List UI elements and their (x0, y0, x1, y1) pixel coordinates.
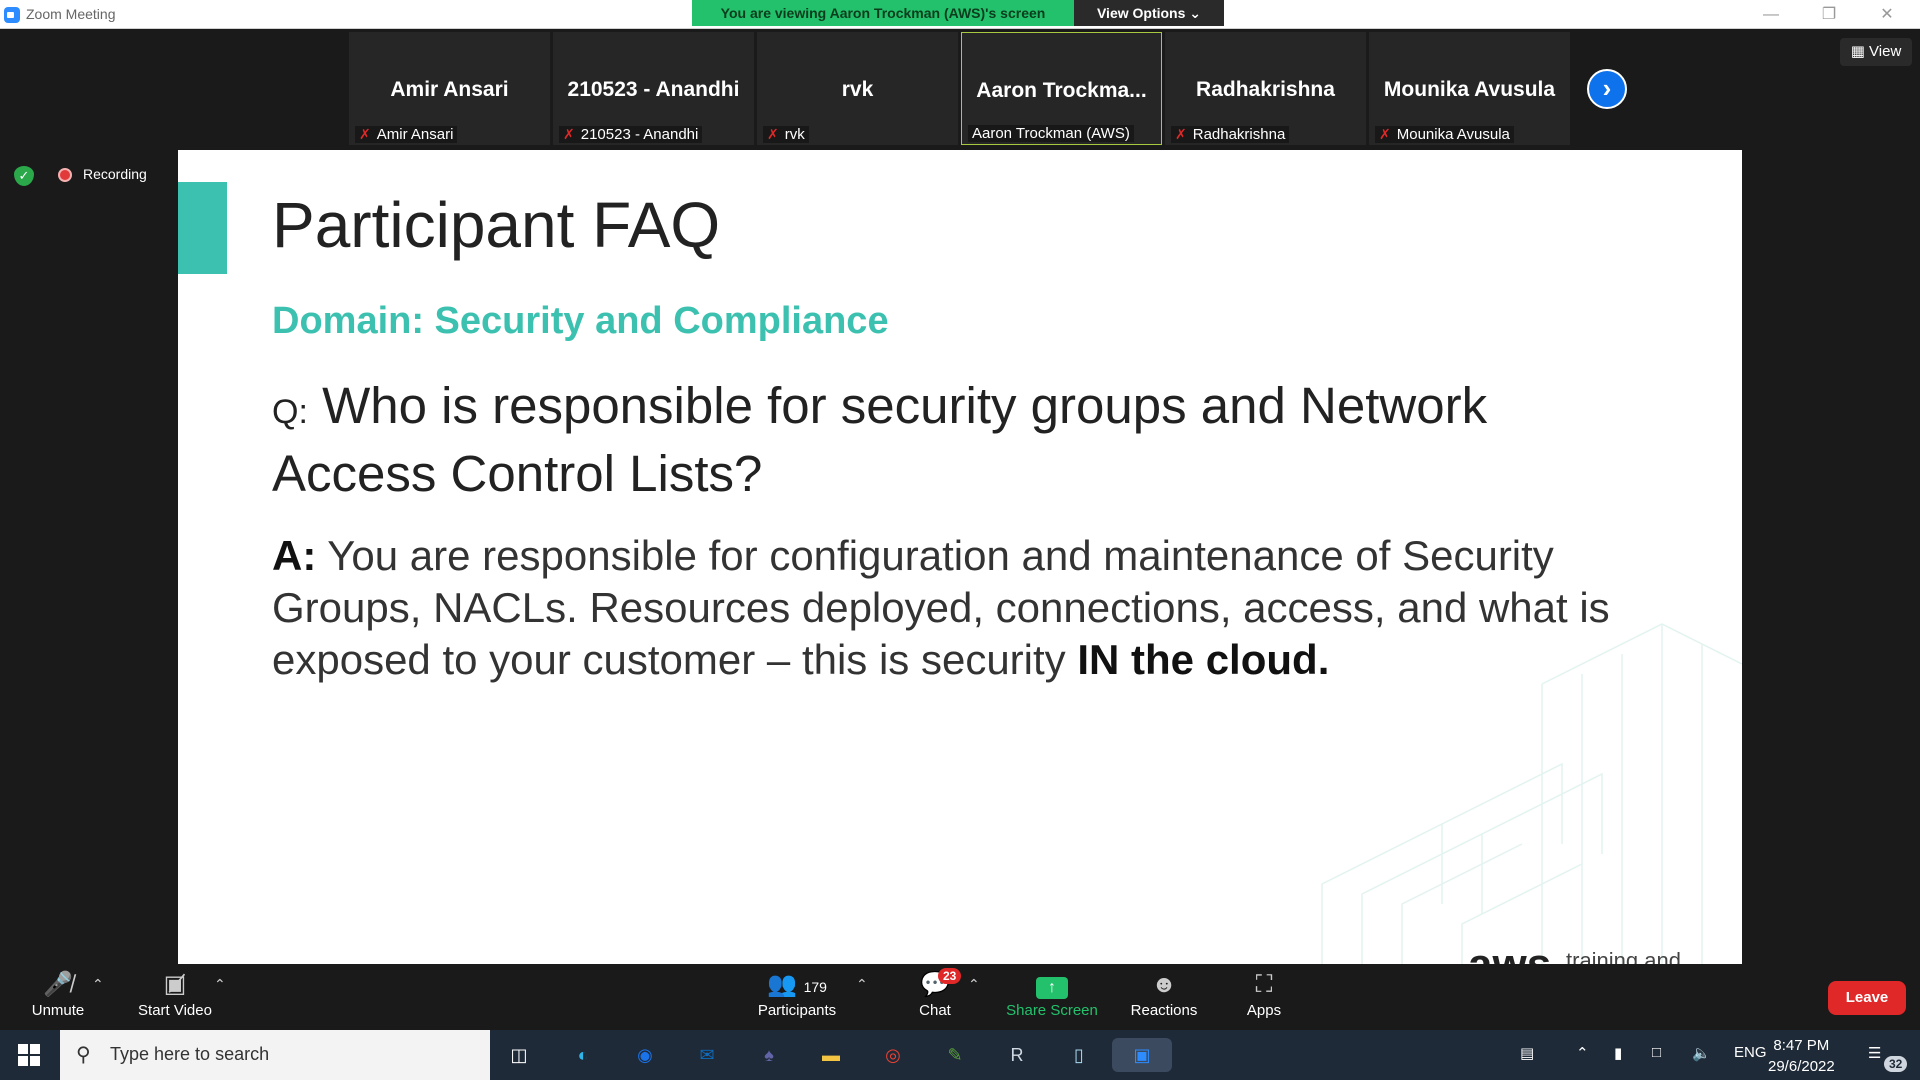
viewing-banner: You are viewing Aaron Trockman (AWS)'s s… (692, 0, 1074, 26)
outlook-icon[interactable]: ✉ (690, 1038, 724, 1072)
close-icon[interactable]: ✕ (1858, 0, 1916, 29)
notepad-icon[interactable]: ✎ (938, 1038, 972, 1072)
reactions-icon: ☻ (1151, 971, 1177, 998)
slide-title: Participant FAQ (272, 189, 721, 261)
participant-label: ✗ Mounika Avusula (1375, 126, 1514, 143)
shared-screen: Participant FAQ Domain: Security and Com… (178, 150, 1742, 964)
participant-label: ✗ 210523 - Anandhi (559, 126, 703, 143)
app-r-icon[interactable]: R (1000, 1038, 1034, 1072)
mic-muted-icon: ✗ (563, 126, 575, 142)
participant-label: ✗ Amir Ansari (355, 126, 458, 143)
slide-accent-bar (178, 182, 227, 274)
teams-icon[interactable]: ♠ (752, 1038, 786, 1072)
slide-question: Q: Who is responsible for security group… (272, 375, 1572, 505)
volume-icon[interactable]: 🔈 (1692, 1044, 1711, 1062)
windows-start-icon[interactable] (18, 1044, 40, 1066)
reactions-button[interactable]: ☻ Reactions (1124, 970, 1204, 1019)
taskbar-clock[interactable]: 8:47 PM 29/6/2022 (1768, 1035, 1835, 1077)
slide-decoration (1321, 623, 1742, 964)
aws-logo-subtitle: training and (1566, 948, 1681, 964)
mic-muted-icon: ✗ (1379, 126, 1391, 142)
leave-button[interactable]: Leave (1828, 981, 1906, 1015)
mic-muted-icon: 🎤̸ (43, 971, 73, 998)
video-off-icon: ▣̸ (163, 971, 187, 998)
title-bar: Zoom Meeting You are viewing Aaron Trock… (0, 0, 1920, 29)
view-options-button[interactable]: View Options ⌄ (1074, 0, 1224, 26)
participant-name: Aaron Trockma... (976, 79, 1147, 102)
question-prefix: Q: (272, 393, 308, 431)
os-taskbar: ⚲ Type here to search ◫ ◐ ◉ ✉ ♠ ▬ ◎ ✎ R … (0, 1030, 1920, 1080)
notifications-icon[interactable]: ☰ (1868, 1044, 1881, 1062)
answer-prefix: A: (272, 532, 317, 579)
share-screen-button[interactable]: ↑ Share Screen (1002, 970, 1102, 1019)
mic-muted-icon: ✗ (767, 126, 779, 142)
audio-options-caret-icon[interactable]: ⌃ (92, 976, 104, 993)
participant-tile[interactable]: Mounika Avusula ✗ Mounika Avusula (1369, 32, 1570, 145)
battery-icon[interactable]: ▮ (1614, 1044, 1622, 1062)
participant-name: Amir Ansari (390, 78, 509, 101)
apps-icon: ⛶ (1255, 971, 1273, 998)
view-button[interactable]: ▦ View (1840, 38, 1912, 66)
participant-gallery: Amir Ansari ✗ Amir Ansari 210523 - Anandh… (0, 29, 1920, 149)
recording-label: Recording (83, 166, 147, 182)
participant-tile[interactable]: Amir Ansari ✗ Amir Ansari (349, 32, 550, 145)
chrome-icon[interactable]: ◎ (876, 1038, 910, 1072)
task-view-icon[interactable]: ◫ (502, 1038, 536, 1072)
recording-icon (58, 168, 72, 182)
participants-icon: 👥 179 (767, 971, 827, 998)
meeting-toolbar: 🎤̸ Unmute ⌃ ▣̸ Start Video ⌃ 👥 179 Parti… (0, 964, 1920, 1030)
active-speaker-tile[interactable]: Aaron Trockma... Aaron Trockman (AWS) (961, 32, 1162, 145)
unmute-button[interactable]: 🎤̸ Unmute (22, 970, 94, 1019)
video-options-caret-icon[interactable]: ⌃ (214, 976, 226, 993)
participant-label: ✗ rvk (763, 126, 809, 143)
question-text: Who is responsible for security groups a… (272, 377, 1488, 502)
participant-label: ✗ Radhakrishna (1171, 126, 1290, 143)
participant-label: Aaron Trockman (AWS) (968, 125, 1134, 142)
participant-tile[interactable]: 210523 - Anandhi ✗ 210523 - Anandhi (553, 32, 754, 145)
start-video-button[interactable]: ▣̸ Start Video (132, 970, 218, 1019)
network-icon[interactable]: □ (1652, 1044, 1661, 1061)
aws-logo: aws (1468, 940, 1551, 964)
participant-tile[interactable]: Radhakrishna ✗ Radhakrishna (1165, 32, 1366, 145)
news-widget-icon[interactable]: ▤ (1520, 1044, 1534, 1062)
notification-count-badge: 32 (1884, 1056, 1908, 1072)
zoom-taskbar-icon[interactable]: ▣ (1112, 1038, 1172, 1072)
chat-unread-badge: 23 (938, 968, 962, 984)
maps-icon[interactable]: ◉ (628, 1038, 662, 1072)
participant-name: Radhakrishna (1196, 78, 1335, 101)
participant-name: Mounika Avusula (1383, 78, 1556, 101)
tray-chevron-icon[interactable]: ⌃ (1576, 1044, 1589, 1062)
participant-tile[interactable]: rvk ✗ rvk (757, 32, 958, 145)
participant-name: rvk (841, 78, 874, 101)
share-screen-icon: ↑ (1036, 977, 1068, 999)
app-window-icon[interactable]: ▯ (1062, 1038, 1096, 1072)
zoom-logo-icon (4, 7, 20, 23)
grid-icon: ▦ (1850, 43, 1865, 60)
participants-button[interactable]: 👥 179 Participants (750, 970, 844, 1019)
chat-caret-icon[interactable]: ⌃ (968, 976, 980, 993)
slide-domain: Domain: Security and Compliance (272, 300, 889, 342)
mic-muted-icon: ✗ (359, 126, 371, 142)
apps-button[interactable]: ⛶ Apps (1232, 970, 1296, 1019)
search-icon: ⚲ (76, 1044, 91, 1066)
window-title: Zoom Meeting (26, 6, 116, 22)
next-page-chevron-icon[interactable]: › (1587, 69, 1627, 109)
language-indicator[interactable]: ENG (1734, 1044, 1767, 1061)
mic-muted-icon: ✗ (1175, 126, 1187, 142)
minimize-icon[interactable]: — (1742, 0, 1800, 29)
security-shield-icon[interactable]: ✓ (14, 166, 34, 186)
file-explorer-icon[interactable]: ▬ (814, 1038, 848, 1072)
participants-caret-icon[interactable]: ⌃ (856, 976, 868, 993)
edge-browser-icon[interactable]: ◐ (566, 1038, 600, 1072)
restore-icon[interactable]: ❐ (1800, 0, 1858, 29)
participant-name: 210523 - Anandhi (567, 78, 740, 101)
taskbar-search-input[interactable]: ⚲ Type here to search (60, 1030, 490, 1080)
